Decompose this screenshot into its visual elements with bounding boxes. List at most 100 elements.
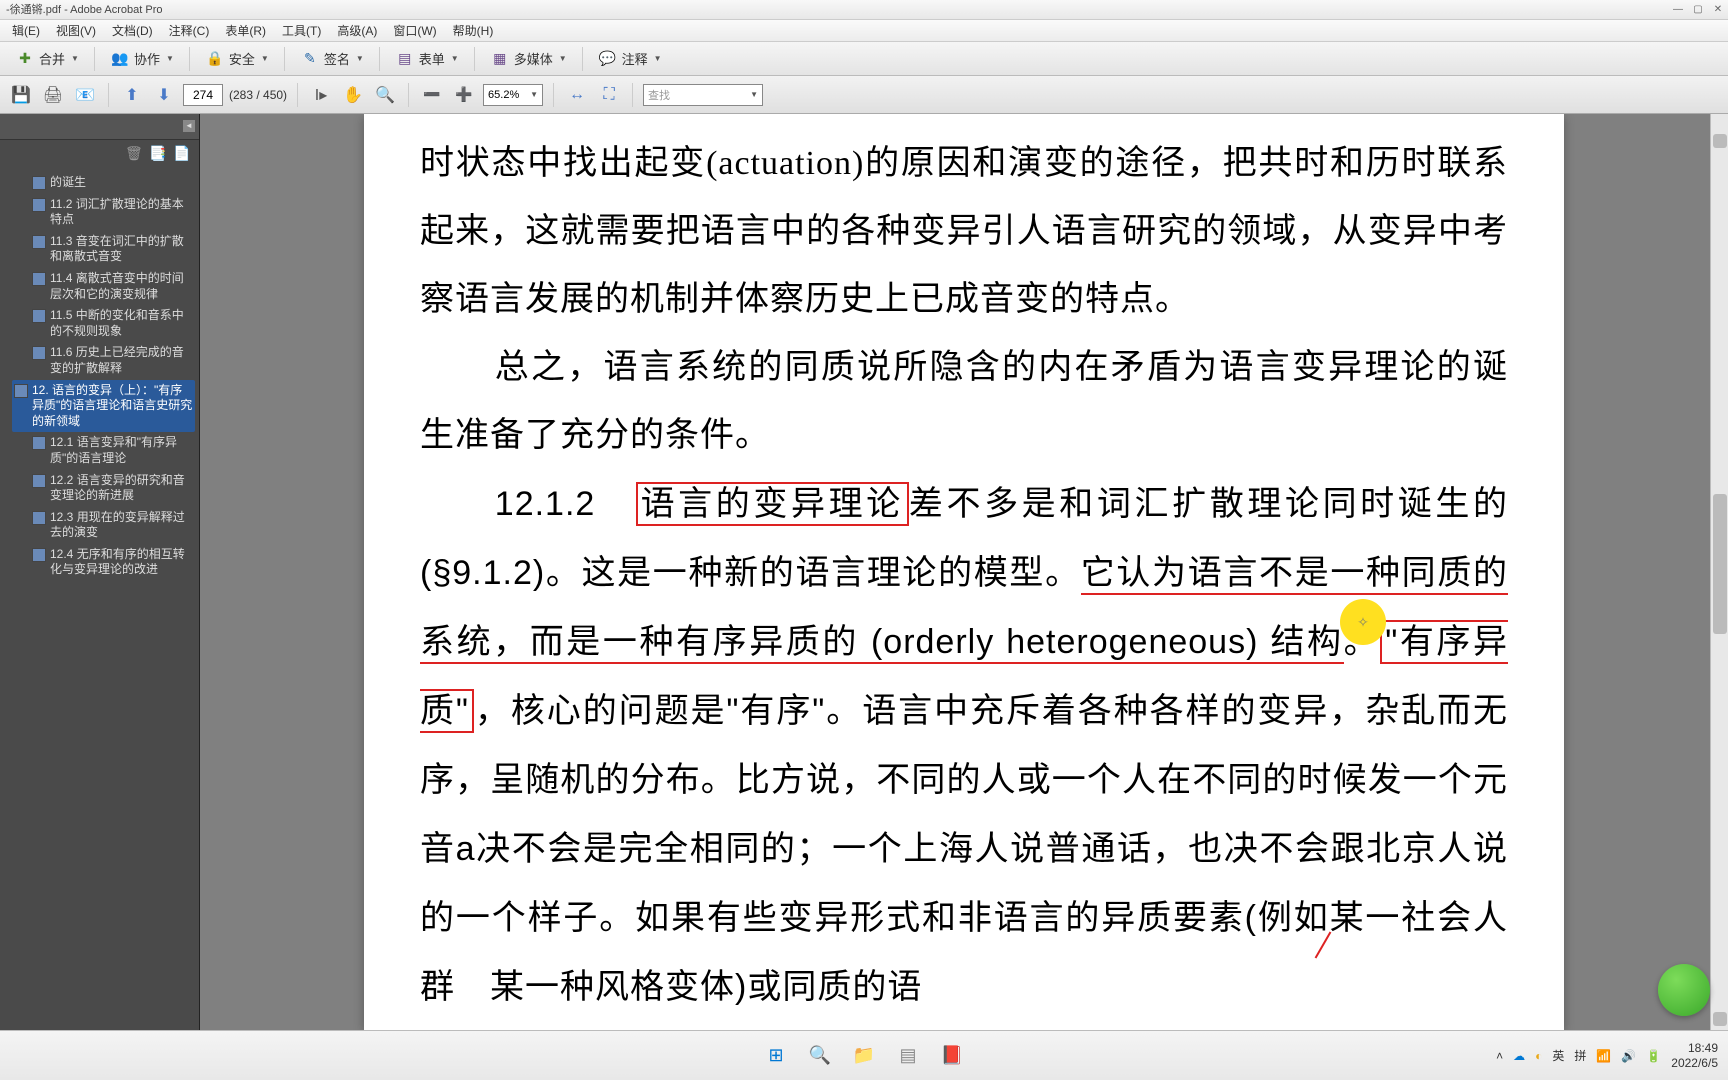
menu-bar: 辑(E) 视图(V) 文档(D) 注释(C) 表单(R) 工具(T) 高级(A)… [0, 20, 1728, 42]
chevron-up-icon[interactable]: ˄ [1496, 1049, 1503, 1063]
scroll-up-button[interactable] [1713, 134, 1727, 148]
bookmark-item-active[interactable]: 12. 语言的变异（上）："有序异质"的语言理论和语言史研究的新领域 [12, 380, 195, 433]
comment-button[interactable]: 💬注释▼ [591, 46, 669, 72]
menu-tools[interactable]: 工具(T) [274, 22, 329, 39]
paragraph: 时状态中找出起变(actuation)的原因和演变的途径，把共时和历时联系起来，… [420, 130, 1508, 334]
zoom-select[interactable]: 65.2%▼ [483, 84, 543, 106]
menu-help[interactable]: 帮助(H) [445, 22, 502, 39]
forms-button[interactable]: ▤表单▼ [388, 46, 466, 72]
scrollbar[interactable] [1710, 114, 1728, 1030]
bubble-icon: 💬 [598, 49, 618, 69]
bookmark-item[interactable]: 11.3 音变在词汇中的扩散和离散式音变 [30, 231, 195, 268]
menu-view[interactable]: 视图(V) [48, 22, 104, 39]
text-select-icon[interactable]: I▸ [308, 82, 334, 108]
app-icon[interactable]: ▤ [893, 1041, 923, 1071]
window-title: -徐通锵.pdf - Adobe Acrobat Pro [6, 4, 163, 16]
panel-header: ◄ [0, 114, 199, 140]
explorer-icon[interactable]: 📁 [849, 1041, 879, 1071]
main-toolbar: ✚合并▼ 👥协作▼ 🔒安全▼ ✎签名▼ ▤表单▼ ▦多媒体▼ 💬注释▼ [0, 42, 1728, 76]
options-icon[interactable]: 📄 [173, 145, 191, 163]
page-input[interactable] [183, 84, 223, 106]
sign-button[interactable]: ✎签名▼ [293, 46, 371, 72]
menu-edit[interactable]: 辑(E) [4, 22, 48, 39]
pdf-page: 时状态中找出起变(actuation)的原因和演变的途径，把共时和历时联系起来，… [364, 114, 1564, 1030]
acrobat-icon[interactable]: 📕 [937, 1041, 967, 1071]
panel-tools: 🗑 📑 📄 [0, 140, 199, 168]
save-icon[interactable]: 💾 [8, 82, 34, 108]
marquee-zoom-icon[interactable]: 🔍 [372, 82, 398, 108]
start-icon[interactable]: ⊞ [761, 1041, 791, 1071]
bookmark-icon [32, 436, 46, 450]
wifi-icon[interactable]: 📶 [1596, 1049, 1611, 1063]
document-area[interactable]: 时状态中找出起变(actuation)的原因和演变的途径，把共时和历时联系起来，… [200, 114, 1728, 1030]
bookmark-item[interactable]: 11.5 中断的变化和音系中的不规则现象 [30, 305, 195, 342]
paragraph: 总之，语言系统的同质说所隐含的内在矛盾为语言变异理论的诞生准备了充分的条件。 [420, 334, 1508, 470]
zoom-in-icon[interactable]: ➕ [451, 82, 477, 108]
bookmark-icon [32, 198, 46, 212]
bookmark-item[interactable]: 11.4 离散式音变中的时间层次和它的演变规律 [30, 268, 195, 305]
menu-comments[interactable]: 注释(C) [161, 22, 218, 39]
close-button[interactable]: ✕ [1708, 0, 1728, 20]
people-icon: 👥 [110, 49, 130, 69]
hand-icon[interactable]: ✋ [340, 82, 366, 108]
bookmark-icon [32, 548, 46, 562]
new-bookmark-icon[interactable]: 📑 [149, 145, 167, 163]
merge-button[interactable]: ✚合并▼ [8, 46, 86, 72]
menu-advanced[interactable]: 高级(A) [329, 22, 385, 39]
collapse-icon[interactable]: ◄ [183, 120, 195, 132]
collab-button[interactable]: 👥协作▼ [103, 46, 181, 72]
cursor-highlight: ✧ [1340, 599, 1386, 645]
clock[interactable]: 18:49 2022/6/5 [1671, 1041, 1718, 1070]
minimize-button[interactable]: — [1668, 0, 1688, 20]
bookmark-panel: ◄ 🗑 📑 📄 的诞生 11.2 词汇扩散理论的基本特点 11.3 音变在词汇中… [0, 114, 200, 1030]
scroll-down-button[interactable] [1713, 1012, 1727, 1026]
bookmark-item[interactable]: 12.2 语言变异的研究和音变理论的新进展 [30, 470, 195, 507]
maximize-button[interactable]: ▢ [1688, 0, 1708, 20]
find-input[interactable]: 查找▼ [643, 84, 763, 106]
floating-action-button[interactable] [1658, 964, 1710, 1016]
taskbar-center: ⊞ 🔍 📁 ▤ 📕 [761, 1041, 967, 1071]
bookmark-icon [32, 272, 46, 286]
title-bar: -徐通锵.pdf - Adobe Acrobat Pro — ▢ ✕ [0, 0, 1728, 20]
bookmark-icon [32, 474, 46, 488]
media-icon: ▦ [490, 49, 510, 69]
bookmark-icon [14, 384, 28, 398]
secure-button[interactable]: 🔒安全▼ [198, 46, 276, 72]
form-icon: ▤ [395, 49, 415, 69]
fit-page-icon[interactable]: ⛶ [596, 82, 622, 108]
trash-icon[interactable]: 🗑 [125, 145, 143, 163]
menu-window[interactable]: 窗口(W) [385, 22, 444, 39]
bookmark-item[interactable]: 12.3 用现在的变异解释过去的演变 [30, 507, 195, 544]
bookmark-item[interactable]: 12.1 语言变异和"有序异质"的语言理论 [30, 432, 195, 469]
bookmark-item[interactable]: 的诞生 [30, 172, 195, 194]
prev-page-icon[interactable]: ⬆ [119, 82, 145, 108]
ime-mode[interactable]: 拼 [1574, 1047, 1586, 1064]
search-icon[interactable]: 🔍 [805, 1041, 835, 1071]
taskbar: ⊞ 🔍 📁 ▤ 📕 ˄ ☁ ◐ 英 拼 📶 🔊 🔋 18:49 2022/6/5 [0, 1030, 1728, 1080]
multimedia-button[interactable]: ▦多媒体▼ [483, 46, 574, 72]
battery-icon[interactable]: 🔋 [1646, 1049, 1661, 1063]
tray-app-icon[interactable]: ◐ [1535, 1049, 1542, 1063]
ime-lang[interactable]: 英 [1552, 1047, 1564, 1064]
nav-toolbar: 💾 🖨 📧 ⬆ ⬇ (283 / 450) I▸ ✋ 🔍 ➖ ➕ 65.2%▼ … [0, 76, 1728, 114]
system-tray: ˄ ☁ ◐ 英 拼 📶 🔊 🔋 18:49 2022/6/5 [1496, 1041, 1718, 1070]
menu-document[interactable]: 文档(D) [104, 22, 161, 39]
volume-icon[interactable]: 🔊 [1621, 1049, 1636, 1063]
print-icon[interactable]: 🖨 [40, 82, 66, 108]
fit-width-icon[interactable]: ↔ [564, 82, 590, 108]
highlighted-term: 语言的变异理论 [636, 482, 909, 526]
email-icon[interactable]: 📧 [72, 82, 98, 108]
paragraph: 12.1.2 语言的变异理论差不多是和词汇扩散理论同时诞生的(§9.1.2)。这… [420, 470, 1508, 1022]
scroll-thumb[interactable] [1713, 494, 1727, 634]
page-total: (283 / 450) [229, 88, 287, 102]
bookmark-item[interactable]: 11.6 历史上已经完成的音变的扩散解释 [30, 342, 195, 379]
bookmark-item[interactable]: 12.4 无序和有序的相互转化与变异理论的改进 [30, 544, 195, 581]
bookmark-item[interactable]: 11.2 词汇扩散理论的基本特点 [30, 194, 195, 231]
bookmark-icon [32, 235, 46, 249]
menu-forms[interactable]: 表单(R) [217, 22, 274, 39]
window-controls: — ▢ ✕ [1668, 0, 1728, 20]
next-page-icon[interactable]: ⬇ [151, 82, 177, 108]
zoom-out-icon[interactable]: ➖ [419, 82, 445, 108]
onedrive-icon[interactable]: ☁ [1513, 1049, 1525, 1063]
bookmark-icon [32, 511, 46, 525]
